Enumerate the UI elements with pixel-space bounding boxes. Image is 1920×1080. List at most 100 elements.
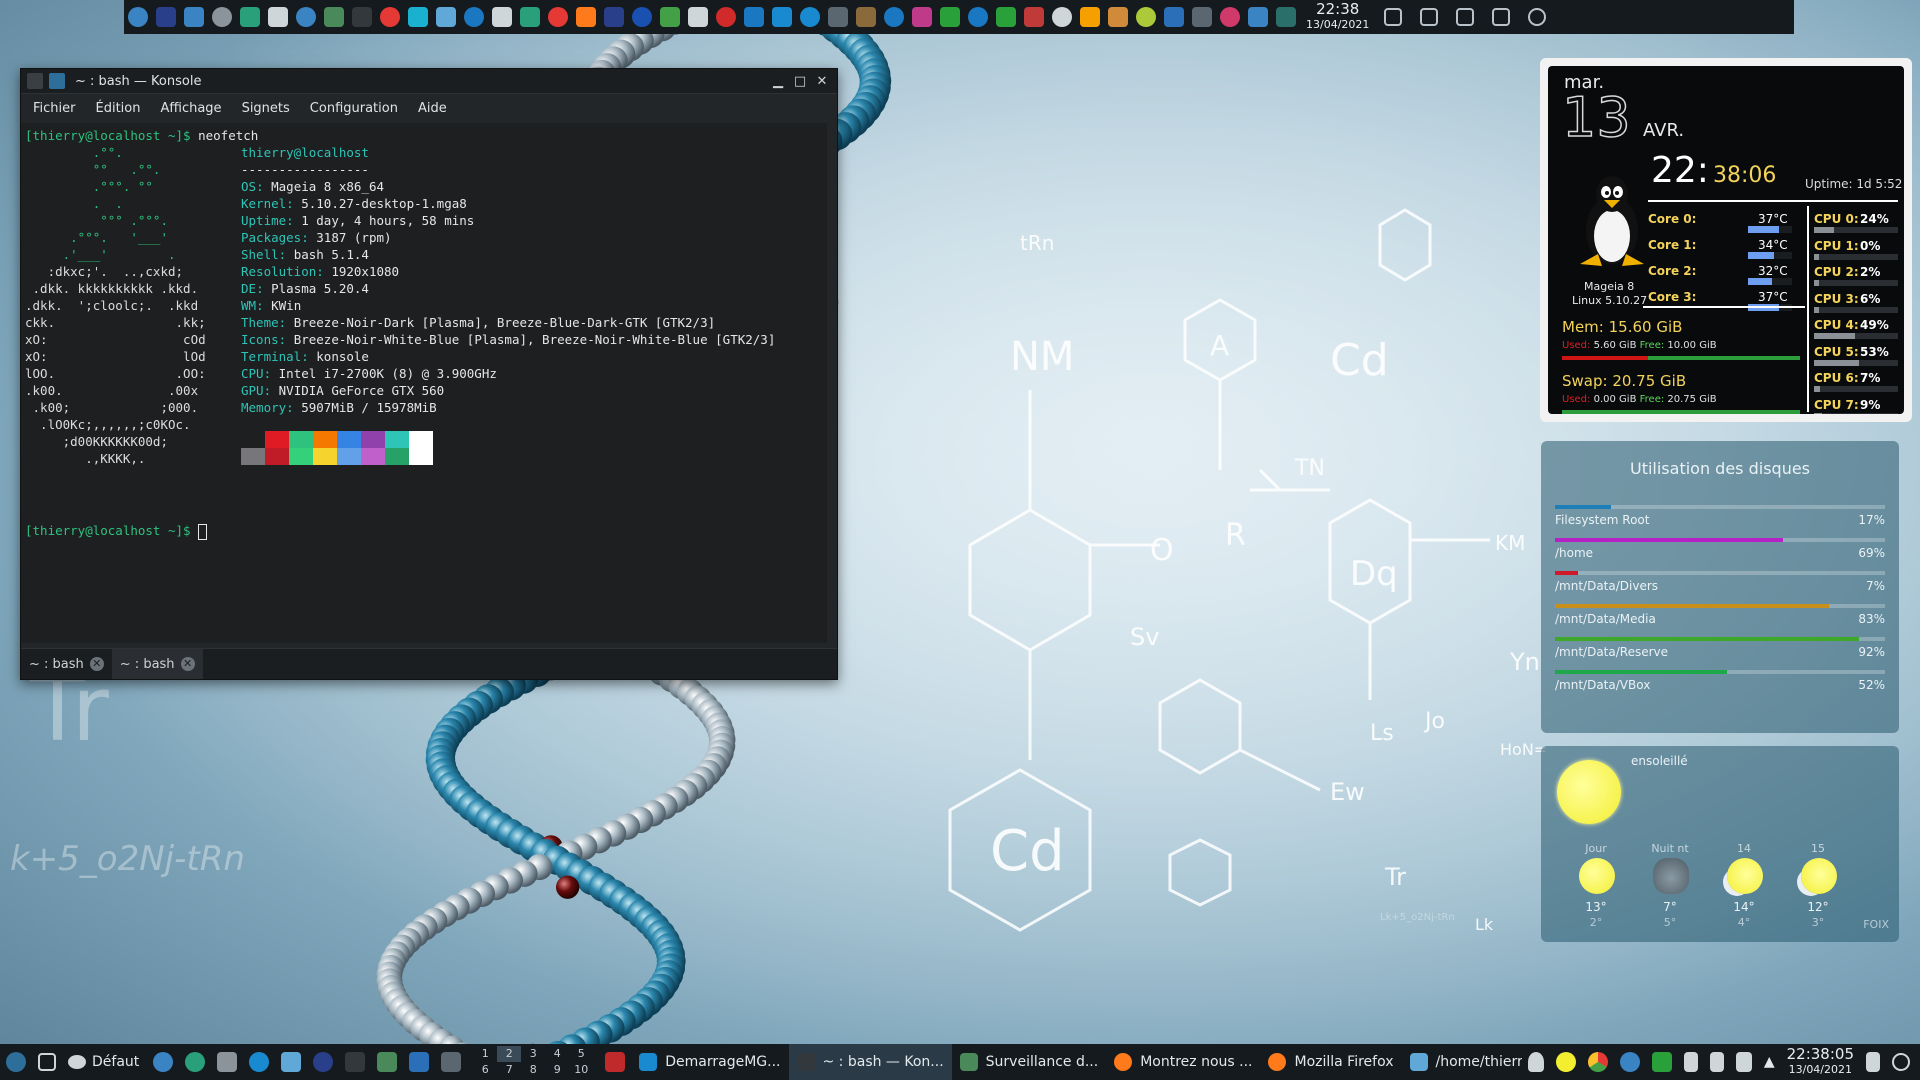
lightbulb-icon[interactable] bbox=[1456, 8, 1474, 26]
pager-desktop[interactable]: 3 bbox=[521, 1046, 545, 1062]
launcher-icon[interactable] bbox=[1164, 7, 1184, 27]
close-tab-icon[interactable]: ✕ bbox=[90, 657, 104, 671]
top-clock[interactable]: 22:38 13/04/2021 bbox=[1306, 2, 1369, 32]
volume-icon[interactable] bbox=[1736, 1052, 1752, 1072]
launcher-icon[interactable] bbox=[884, 7, 904, 27]
launcher-icon[interactable] bbox=[1108, 7, 1128, 27]
pager-desktop[interactable]: 9 bbox=[545, 1062, 569, 1078]
launcher-icon[interactable] bbox=[912, 7, 932, 27]
launcher-icon[interactable] bbox=[1024, 7, 1044, 27]
lock-icon[interactable] bbox=[1866, 1052, 1880, 1072]
menu-fichier[interactable]: Fichier bbox=[33, 101, 76, 116]
pager-desktop[interactable]: 4 bbox=[545, 1046, 569, 1062]
writer-icon[interactable] bbox=[409, 1052, 429, 1072]
files-icon[interactable] bbox=[217, 1052, 237, 1072]
virtual-desktop-pager[interactable]: 1 2 3 4 5 6 7 8 9 10 bbox=[473, 1046, 593, 1078]
terminal-icon[interactable] bbox=[345, 1052, 365, 1072]
launcher-icon[interactable] bbox=[1192, 7, 1212, 27]
menu-edition[interactable]: Édition bbox=[96, 101, 141, 116]
launcher-icon[interactable] bbox=[1052, 7, 1072, 27]
maximize-button[interactable]: □ bbox=[789, 74, 811, 89]
launcher-icon[interactable] bbox=[632, 7, 652, 27]
launcher-icon[interactable] bbox=[128, 7, 148, 27]
launcher-icon[interactable] bbox=[1276, 7, 1296, 27]
network-tray-icon[interactable] bbox=[1620, 1052, 1640, 1072]
activity-name[interactable]: Défaut bbox=[92, 1054, 139, 1070]
launcher-icon[interactable] bbox=[296, 7, 316, 27]
mageia-control-icon[interactable] bbox=[185, 1052, 205, 1072]
vm-icon[interactable] bbox=[441, 1052, 461, 1072]
folder-icon[interactable] bbox=[281, 1052, 301, 1072]
launcher-icon[interactable] bbox=[1080, 7, 1100, 27]
launcher-icon[interactable] bbox=[940, 7, 960, 27]
launcher-icon[interactable] bbox=[212, 7, 232, 27]
clipboard-icon[interactable] bbox=[1684, 1052, 1698, 1072]
launcher-icon[interactable] bbox=[660, 7, 680, 27]
launcher-icon[interactable] bbox=[604, 7, 624, 27]
clipboard-icon[interactable] bbox=[1420, 8, 1438, 26]
launcher-icon[interactable] bbox=[828, 7, 848, 27]
pager-desktop[interactable]: 10 bbox=[569, 1062, 593, 1078]
menu-configuration[interactable]: Configuration bbox=[310, 101, 398, 116]
launcher-icon[interactable] bbox=[156, 7, 176, 27]
task-item[interactable]: ~ : bash — Kon... bbox=[789, 1044, 952, 1080]
launcher-icon[interactable] bbox=[856, 7, 876, 27]
launcher-icon[interactable] bbox=[324, 7, 344, 27]
launcher-icon[interactable] bbox=[576, 7, 596, 27]
power-icon[interactable] bbox=[1528, 8, 1546, 26]
pager-desktop[interactable]: 8 bbox=[521, 1062, 545, 1078]
mail-icon[interactable] bbox=[605, 1052, 625, 1072]
launcher-icon[interactable] bbox=[1248, 7, 1268, 27]
task-item[interactable]: Surveillance d... bbox=[952, 1044, 1107, 1080]
globe-icon[interactable] bbox=[313, 1052, 333, 1072]
lock-icon[interactable] bbox=[1492, 8, 1510, 26]
menu-affichage[interactable]: Affichage bbox=[160, 101, 221, 116]
konsole-menu-icon[interactable] bbox=[27, 73, 43, 89]
menu-aide[interactable]: Aide bbox=[418, 101, 447, 116]
launcher-icon[interactable] bbox=[800, 7, 820, 27]
chrome-tray-icon[interactable] bbox=[1588, 1052, 1608, 1072]
launcher-icon[interactable] bbox=[716, 7, 736, 27]
trash-icon[interactable] bbox=[1384, 8, 1402, 26]
launcher-icon[interactable] bbox=[352, 7, 372, 27]
close-button[interactable]: ✕ bbox=[811, 74, 833, 89]
task-item[interactable]: Montrez nous ... bbox=[1106, 1044, 1260, 1080]
app-launcher-icon[interactable] bbox=[6, 1052, 26, 1072]
launcher-icon[interactable] bbox=[464, 7, 484, 27]
minimize-button[interactable]: ▁ bbox=[767, 74, 789, 89]
taskbar-clock[interactable]: 22:38:05 13/04/2021 bbox=[1787, 1047, 1854, 1077]
settings-icon[interactable] bbox=[153, 1052, 173, 1072]
pager-desktop[interactable]: 2 bbox=[497, 1046, 521, 1062]
launcher-icon[interactable] bbox=[548, 7, 568, 27]
usb-icon[interactable] bbox=[1710, 1052, 1724, 1072]
terminal-area[interactable]: [thierry@localhost ~]$ neofetch .°°. °° … bbox=[21, 123, 827, 643]
task-item[interactable]: /home/thierry/... bbox=[1402, 1044, 1522, 1080]
close-tab-icon[interactable]: ✕ bbox=[181, 657, 195, 671]
launcher-icon[interactable] bbox=[772, 7, 792, 27]
tab-bash-2[interactable]: ~ : bash ✕ bbox=[112, 649, 203, 679]
launcher-icon[interactable] bbox=[492, 7, 512, 27]
tray-expand-icon[interactable]: ▲ bbox=[1764, 1054, 1775, 1070]
launcher-icon[interactable] bbox=[408, 7, 428, 27]
launcher-icon[interactable] bbox=[436, 7, 456, 27]
launcher-icon[interactable] bbox=[268, 7, 288, 27]
launcher-icon[interactable] bbox=[996, 7, 1016, 27]
launcher-icon[interactable] bbox=[520, 7, 540, 27]
kde-connect-icon[interactable] bbox=[249, 1052, 269, 1072]
pager-desktop[interactable]: 7 bbox=[497, 1062, 521, 1078]
menu-signets[interactable]: Signets bbox=[242, 101, 290, 116]
weather-tray-icon[interactable] bbox=[1556, 1052, 1576, 1072]
launcher-icon[interactable] bbox=[184, 7, 204, 27]
task-item[interactable]: DemarrageMG... bbox=[631, 1044, 788, 1080]
konsole-titlebar[interactable]: ~ : bash — Konsole ▁ □ ✕ bbox=[21, 69, 837, 94]
notification-bell-icon[interactable] bbox=[1528, 1052, 1544, 1072]
launcher-icon[interactable] bbox=[1220, 7, 1240, 27]
task-item[interactable]: Mozilla Firefox bbox=[1260, 1044, 1401, 1080]
tab-bash-1[interactable]: ~ : bash ✕ bbox=[21, 649, 112, 679]
image-viewer-icon[interactable] bbox=[377, 1052, 397, 1072]
show-desktop-icon[interactable] bbox=[38, 1053, 56, 1071]
launcher-icon[interactable] bbox=[744, 7, 764, 27]
pager-desktop[interactable]: 6 bbox=[473, 1062, 497, 1078]
launcher-icon[interactable] bbox=[1136, 7, 1156, 27]
update-tray-icon[interactable] bbox=[1652, 1052, 1672, 1072]
